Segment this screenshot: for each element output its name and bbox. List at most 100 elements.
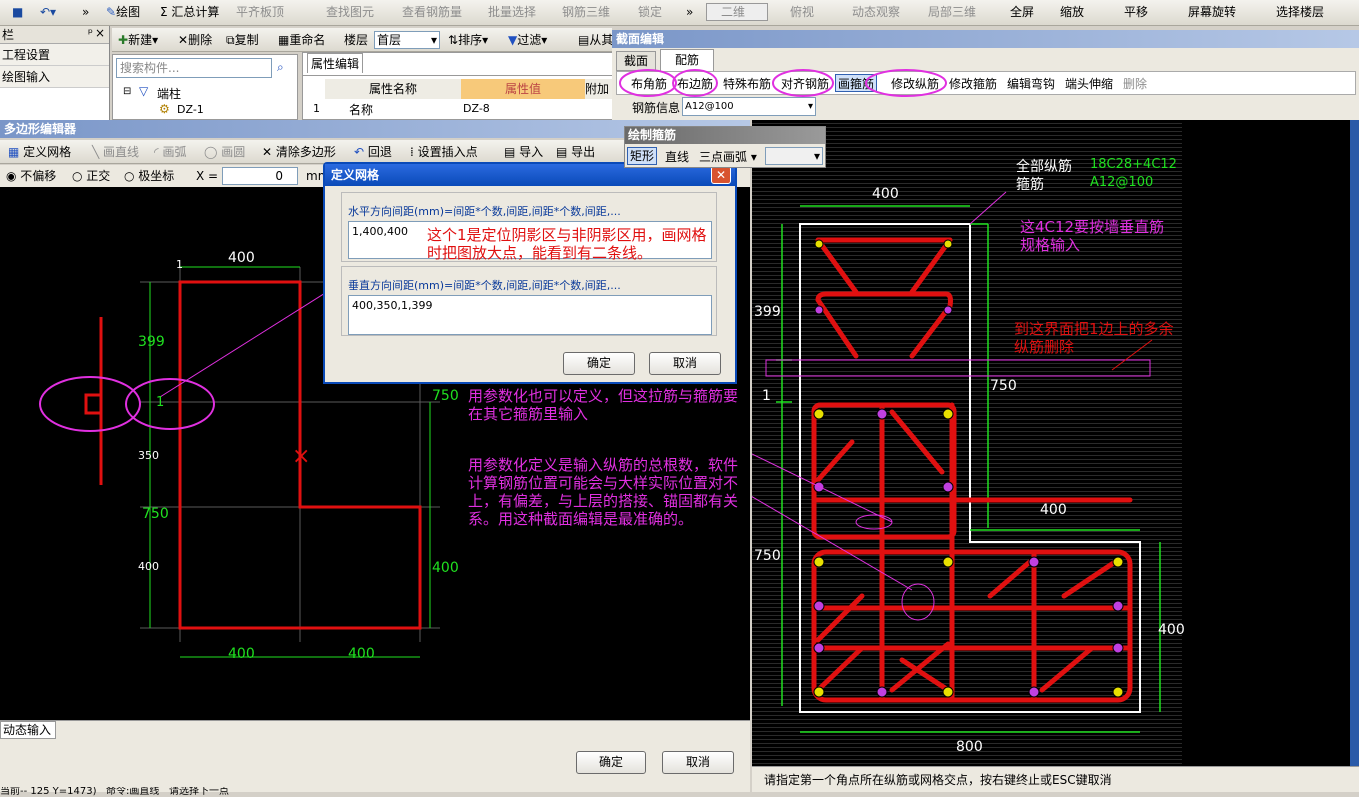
- floor-label: 楼层: [344, 33, 369, 47]
- rect-stirrup-button[interactable]: 矩形: [627, 147, 658, 165]
- draw-circle-button[interactable]: ◯ 画圆: [204, 140, 245, 164]
- prop-header-extra: 附加: [585, 79, 615, 99]
- x-input[interactable]: 0: [222, 167, 298, 185]
- nav-item-project-settings[interactable]: 工程设置: [0, 44, 109, 66]
- floor-select[interactable]: 首层 ▾: [374, 31, 440, 49]
- toolbar-select-floor[interactable]: 选择楼层: [1276, 0, 1324, 24]
- nav-item-drawing-input[interactable]: 绘图输入: [0, 66, 109, 88]
- section-editor-titlebar: 截面编辑: [612, 30, 1359, 48]
- tree-child-label[interactable]: DZ-1: [177, 103, 204, 116]
- toolbar-view-rebar[interactable]: 查看钢筋量: [402, 0, 462, 24]
- main-toolbar: ■ ↶▾ » ✎绘图 Σ 汇总计算 平齐板顶 查找图元 查看钢筋量 批量选择 钢…: [0, 0, 1359, 26]
- filter-icon: ▼: [508, 33, 518, 47]
- delete-button[interactable]: ✕删除: [178, 28, 212, 52]
- save-icon[interactable]: ■: [12, 0, 23, 24]
- rebar-dots: [813, 239, 1124, 698]
- note-parametric-detail: 用参数化定义是输入纵筋的总根数，软件计算钢筋位置可能会与大样实际位置对不上，有偏…: [468, 456, 739, 528]
- toolbar-batch-select[interactable]: 批量选择: [488, 0, 536, 24]
- pencil-icon: ✎: [106, 5, 117, 19]
- stirrup-option-select[interactable]: ▾: [765, 147, 823, 165]
- copy-button[interactable]: ⧉复制: [226, 28, 259, 52]
- toolbar-top-view[interactable]: 俯视: [790, 0, 814, 24]
- sort-button[interactable]: ⇅排序▾: [448, 28, 488, 52]
- section-dim-399: 399: [754, 304, 781, 320]
- dim-left-1: 1: [156, 395, 165, 410]
- radio-no-offset[interactable]: ◉ 不偏移: [6, 165, 56, 189]
- dialog-cancel-button[interactable]: 取消: [649, 352, 721, 375]
- dim-right-750: 750: [432, 388, 459, 404]
- rename-button[interactable]: ▦重命名: [278, 28, 325, 52]
- view-mode-select[interactable]: 二维: [706, 3, 768, 21]
- tree-folder-icon: ▽: [139, 84, 149, 98]
- define-grid-button[interactable]: ▦ 定义网格: [8, 140, 71, 164]
- note-4c12: 这4C12要按墙垂直筋规格输入: [1020, 218, 1165, 254]
- radio-ortho[interactable]: ○ 正交: [72, 165, 110, 189]
- draw-line-button[interactable]: ╲ 画直线: [92, 140, 139, 164]
- edit-hook-button[interactable]: 编辑弯钩: [1007, 72, 1055, 96]
- toolbar-orbit[interactable]: 动态观察: [852, 0, 900, 24]
- more-icon-2[interactable]: »: [686, 0, 693, 24]
- prop-row-number: 1: [313, 102, 320, 115]
- set-insert-point-button[interactable]: ⁞ 设置插入点: [410, 140, 478, 164]
- more-icon[interactable]: »: [82, 0, 89, 24]
- component-toolbar: ✚新建▾ ✕删除 ⧉复制 ▦重命名 楼层 首层 ▾ ⇅排序▾ ▼过滤▾ ▤从其: [112, 28, 613, 52]
- v-spacing-input[interactable]: 400,350,1,399: [348, 295, 712, 335]
- tree-collapse-icon[interactable]: ⊟: [123, 86, 131, 97]
- delete-rebar-button[interactable]: 删除: [1123, 72, 1147, 96]
- rebar-info-select[interactable]: A12@100 ▾: [682, 97, 816, 116]
- search-icon[interactable]: ⌕: [277, 60, 284, 75]
- search-input[interactable]: 搜索构件...: [116, 58, 272, 78]
- undo-button[interactable]: ↶ 回退: [354, 140, 392, 164]
- section-dim-1: 1: [762, 388, 771, 404]
- toolbar-lock[interactable]: 锁定: [638, 0, 662, 24]
- section-dim-800: 800: [956, 739, 983, 755]
- toolbar-zoom[interactable]: 缩放: [1060, 0, 1084, 24]
- toolbar-local-3d[interactable]: 局部三维: [928, 0, 976, 24]
- end-extend-button[interactable]: 端头伸缩: [1065, 72, 1113, 96]
- poly-cancel-button[interactable]: 取消: [662, 751, 734, 774]
- toolbar-draw[interactable]: ✎绘图: [106, 0, 140, 24]
- dim-left-350: 350: [138, 449, 159, 462]
- filter-button[interactable]: ▼过滤▾: [508, 28, 547, 52]
- dialog-ok-button[interactable]: 确定: [563, 352, 635, 375]
- dim-left-750: 750: [142, 506, 169, 522]
- toolbar-pan[interactable]: 平移: [1124, 0, 1148, 24]
- toolbar-fullscreen[interactable]: 全屏: [1010, 0, 1034, 24]
- export-button[interactable]: ▤ 导出: [556, 140, 595, 164]
- gear-icon: ⚙: [159, 102, 170, 116]
- draw-stirrup-title: 绘制箍筋: [625, 127, 825, 144]
- close-icon[interactable]: ×: [95, 26, 105, 40]
- x-label: X =: [196, 169, 219, 183]
- draw-arc-button[interactable]: ◜ 画弧: [154, 140, 186, 164]
- section-status-bar: 请指定第一个角点所在纵筋或网格交点，按右键终止或ESC键取消: [752, 766, 1359, 792]
- section-drawing: [752, 191, 1161, 733]
- import-button[interactable]: ▤ 导入: [504, 140, 543, 164]
- undo-icon[interactable]: ↶▾: [40, 0, 56, 24]
- radio-polar[interactable]: ○ 极坐标: [124, 165, 174, 189]
- poly-ok-button[interactable]: 确定: [576, 751, 646, 774]
- pin-icon[interactable]: ᵖ: [88, 26, 93, 40]
- dim-left-399: 399: [138, 334, 165, 350]
- prop-row-value[interactable]: DZ-8: [463, 102, 490, 115]
- property-tab[interactable]: 属性编辑: [307, 53, 363, 73]
- toolbar-find[interactable]: 查找图元: [326, 0, 374, 24]
- legend-all-rebar: 全部纵筋: [1016, 159, 1072, 175]
- clear-polygon-button[interactable]: ✕ 清除多边形: [262, 140, 336, 164]
- h-spacing-label: 水平方向间距(mm)=间距*个数,间距,间距*个数,间距,...: [348, 205, 621, 218]
- rebar-info-label: 钢筋信息: [632, 101, 681, 115]
- toolbar-screen-rotate[interactable]: 屏幕旋转: [1188, 0, 1236, 24]
- tree-root-label[interactable]: 端柱: [157, 85, 181, 102]
- toolbar-sum[interactable]: Σ 汇总计算: [160, 0, 219, 24]
- line-stirrup-button[interactable]: 直线: [665, 148, 689, 165]
- grid-icon: ▦: [8, 145, 20, 159]
- toolbar-align-top[interactable]: 平齐板顶: [236, 0, 284, 24]
- component-tree-panel: 搜索构件... ⌕ ⊟ ▽ 端柱 ⚙ DZ-1: [112, 54, 298, 120]
- arc-stirrup-button[interactable]: 三点画弧 ▾: [699, 148, 757, 165]
- toolbar-rebar-3d[interactable]: 钢筋三维: [562, 0, 610, 24]
- dynamic-input-tab[interactable]: 动态输入: [0, 721, 56, 739]
- from-other-button[interactable]: ▤从其: [578, 28, 613, 52]
- edit-stirrup-button[interactable]: 修改箍筋: [949, 72, 997, 96]
- dialog-close-icon[interactable]: ✕: [711, 166, 731, 184]
- bottom-status: 当前-- 125 Y=1473) 命令:画直线 请选择下一点: [0, 787, 229, 797]
- new-button[interactable]: ✚新建▾: [118, 28, 158, 52]
